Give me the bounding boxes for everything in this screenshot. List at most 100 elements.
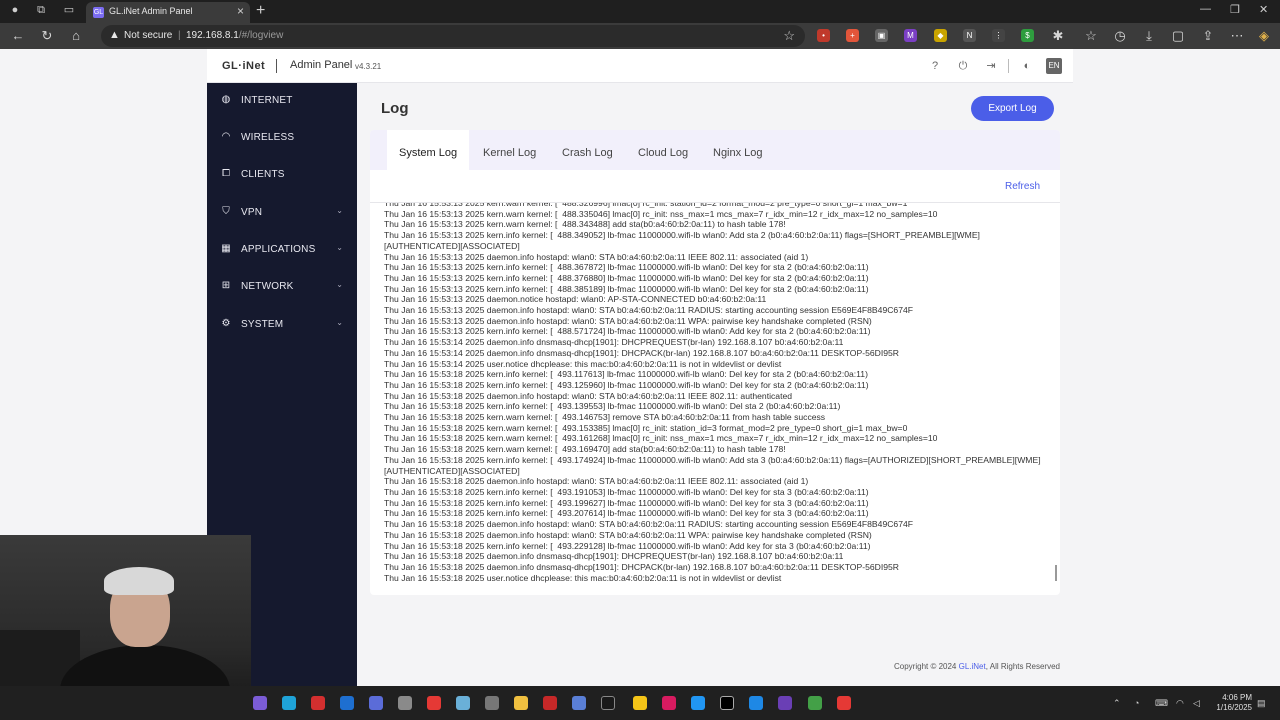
sidebar-item-label: SYSTEM — [241, 319, 284, 330]
log-line: Thu Jan 16 15:53:13 2025 daemon.notice h… — [384, 294, 767, 305]
favorite-star-icon[interactable]: ☆ — [783, 28, 795, 44]
log-line: Thu Jan 16 15:53:14 2025 daemon.info dns… — [384, 347, 899, 358]
maximize-icon[interactable]: ❐ — [1230, 3, 1240, 16]
browser-tab-active[interactable]: GL GL.iNet Admin Panel × — [86, 2, 250, 23]
language-selector[interactable]: EN — [1046, 58, 1062, 74]
copilot-icon[interactable]: ◈ — [1256, 28, 1272, 44]
brand-logo[interactable]: GL·iNet — [222, 60, 265, 72]
notifications-icon[interactable]: ▤ — [1257, 698, 1266, 709]
taskbar-app-icon[interactable] — [485, 696, 499, 710]
minimize-icon[interactable]: — — [1200, 3, 1211, 15]
close-window-icon[interactable]: ✕ — [1259, 3, 1268, 16]
share-icon[interactable]: ⇪ — [1200, 28, 1216, 44]
back-icon[interactable]: ← — [10, 28, 26, 44]
taskbar-app-icon[interactable] — [749, 696, 763, 710]
tab-nginx-log[interactable]: Nginx Log — [701, 130, 775, 170]
extension-icon[interactable]: • — [817, 29, 830, 42]
system-clock[interactable]: 4:06 PM 1/16/2025 — [1212, 693, 1252, 713]
tab-actions-icon[interactable]: ▭ — [62, 3, 76, 17]
log-line: Thu Jan 16 15:53:18 2025 daemon.info dns… — [384, 561, 899, 572]
taskbar-app-icon[interactable] — [253, 696, 267, 710]
tab-cloud-log[interactable]: Cloud Log — [626, 130, 700, 170]
browser-tab-bar: ● ⧉ ▭ GL GL.iNet Admin Panel × + — ❐ ✕ — [0, 0, 1280, 23]
scrollbar-thumb[interactable] — [1055, 565, 1057, 581]
snipping-tool-icon[interactable] — [398, 696, 412, 710]
power-icon[interactable]: ⏻ — [956, 59, 970, 73]
log-line: Thu Jan 16 15:53:18 2025 user.notice dhc… — [384, 572, 782, 583]
taskbar-app-icon[interactable] — [691, 696, 705, 710]
extension-icon[interactable]: ◆ — [934, 29, 947, 42]
theme-palette-icon[interactable]: ◐ — [1020, 59, 1034, 73]
sidebar-item-wireless[interactable]: ◠ WIRELESS — [207, 122, 357, 152]
sidebar-item-applications[interactable]: ▦ APPLICATIONS ⌄ — [207, 234, 357, 264]
extension-icon[interactable]: ▣ — [875, 29, 888, 42]
opera-gx-icon[interactable] — [662, 696, 676, 710]
log-line: Thu Jan 16 15:53:18 2025 kern.warn kerne… — [384, 433, 938, 444]
log-line: Thu Jan 16 15:53:13 2025 kern.info kerne… — [384, 326, 871, 337]
volume-icon[interactable]: ◁ — [1193, 698, 1200, 709]
opera-icon[interactable] — [311, 696, 325, 710]
url-separator: | — [178, 30, 181, 41]
os-taskbar: ⌃ ◔ ⌨ ◠ ◁ 4:06 PM 1/16/2025 ▤ — [0, 686, 1280, 720]
taskbar-app-icon[interactable] — [720, 696, 734, 710]
sidebar-item-vpn[interactable]: ⛉ VPN ⌄ — [207, 197, 357, 227]
sidebar-item-network[interactable]: ⊞ NETWORK ⌄ — [207, 271, 357, 301]
refresh-link[interactable]: Refresh — [1005, 181, 1040, 192]
history-icon[interactable]: ◷ — [1112, 28, 1128, 44]
taskbar-app-icon[interactable] — [601, 696, 615, 710]
taskbar-app-icon[interactable] — [456, 696, 470, 710]
workspaces-icon[interactable]: ⧉ — [34, 3, 48, 17]
extension-icon[interactable]: $ — [1021, 29, 1034, 42]
extensions-puzzle-icon[interactable]: ✱ — [1050, 28, 1066, 44]
tab-crash-log[interactable]: Crash Log — [550, 130, 625, 170]
sidebar-item-system[interactable]: ⚙ SYSTEM ⌄ — [207, 309, 357, 339]
tab-close-icon[interactable]: × — [237, 4, 244, 18]
url-input[interactable]: ▲ Not secure | 192.168.8.1/#/logview ☆ — [101, 25, 805, 47]
not-secure-label[interactable]: Not secure — [124, 30, 172, 41]
extension-icon[interactable]: N — [963, 29, 976, 42]
file-explorer-icon[interactable] — [514, 696, 528, 710]
profile-icon[interactable]: ● — [8, 3, 22, 17]
log-line: Thu Jan 16 15:53:18 2025 daemon.info dns… — [384, 551, 844, 562]
logout-icon[interactable]: ⇥ — [984, 59, 998, 73]
header-divider — [276, 59, 277, 73]
help-icon[interactable]: ? — [928, 59, 942, 73]
taskbar-app-icon[interactable] — [837, 696, 851, 710]
export-log-button[interactable]: Export Log — [971, 96, 1054, 121]
log-tabs: System Log Kernel Log Crash Log Cloud Lo… — [370, 130, 1060, 170]
version-label: v4.3.21 — [355, 62, 382, 71]
taskbar-app-icon[interactable] — [808, 696, 822, 710]
new-tab-icon[interactable]: + — [256, 2, 265, 20]
favorites-icon[interactable]: ☆ — [1083, 28, 1099, 44]
menu-more-icon[interactable]: ⋯ — [1229, 28, 1245, 44]
log-viewer[interactable]: Thu Jan 16 15:53:13 2025 kern.warn kerne… — [370, 202, 1060, 584]
tab-system-log[interactable]: System Log — [387, 130, 470, 170]
grid-icon: ▦ — [221, 243, 231, 254]
footer-brand-link[interactable]: GL.iNet — [959, 662, 986, 671]
taskbar-app-icon[interactable] — [572, 696, 586, 710]
log-line: Thu Jan 16 15:53:13 2025 kern.warn kerne… — [384, 208, 938, 219]
sidebar-item-clients[interactable]: ⧠ CLIENTS — [207, 159, 357, 189]
downloads-icon[interactable]: ⤓ — [1141, 28, 1157, 44]
keyboard-icon[interactable]: ⌨ — [1155, 698, 1168, 709]
home-icon[interactable]: ⌂ — [68, 28, 84, 44]
extension-icon[interactable]: + — [846, 29, 859, 42]
tab-kernel-log[interactable]: Kernel Log — [471, 130, 548, 170]
chevron-down-icon: ⌄ — [336, 318, 343, 327]
screenshot-icon[interactable]: ▢ — [1170, 28, 1186, 44]
taskbar-app-icon[interactable] — [633, 696, 647, 710]
taskbar-app-icon[interactable] — [369, 696, 383, 710]
taskbar-app-icon[interactable] — [427, 696, 441, 710]
edge-browser-icon[interactable] — [282, 696, 296, 710]
taskbar-app-icon[interactable] — [543, 696, 557, 710]
extension-icon[interactable]: ⋮ — [992, 29, 1005, 42]
wifi-tray-icon[interactable]: ◠ — [1176, 698, 1184, 709]
outlook-icon[interactable] — [340, 696, 354, 710]
log-line: Thu Jan 16 15:53:18 2025 kern.warn kerne… — [384, 444, 786, 455]
tray-chevron-icon[interactable]: ⌃ — [1113, 698, 1121, 709]
taskbar-app-icon[interactable] — [778, 696, 792, 710]
sidebar-item-internet[interactable]: ◍ INTERNET — [207, 85, 357, 115]
tray-app-icon[interactable]: ◔ — [1134, 698, 1139, 708]
reload-icon[interactable]: ↻ — [39, 28, 55, 44]
extension-icon[interactable]: M — [904, 29, 917, 42]
